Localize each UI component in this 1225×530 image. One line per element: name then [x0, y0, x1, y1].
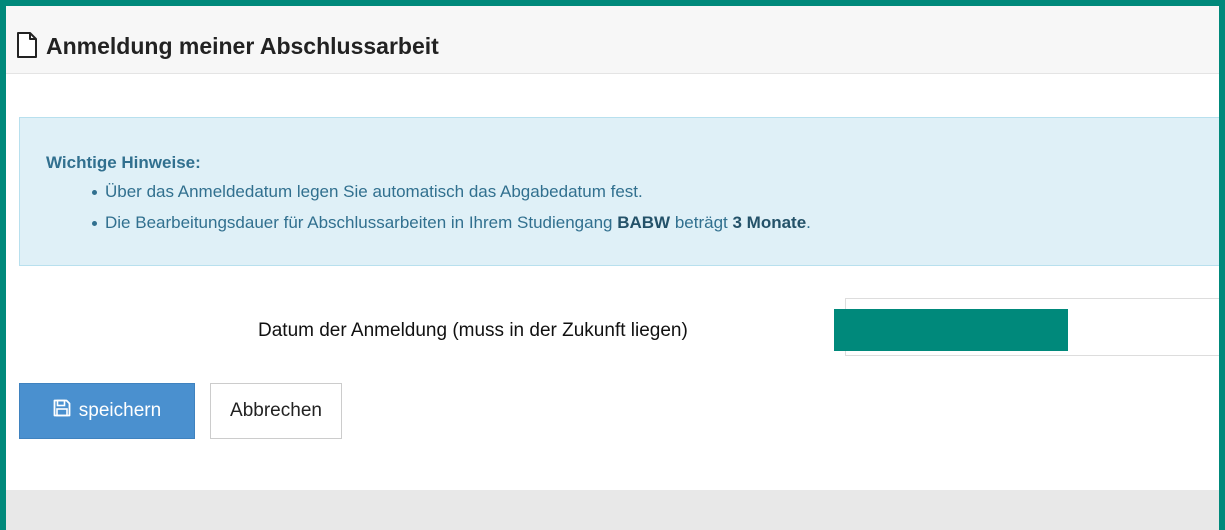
alert-list: Über das Anmeldedatum legen Sie automati… — [92, 181, 811, 243]
floppy-disk-icon — [53, 399, 71, 423]
info-alert: Wichtige Hinweise: Über das Anmeldedatum… — [19, 117, 1219, 266]
date-input[interactable] — [834, 298, 1219, 356]
alert-heading: Wichtige Hinweise: — [46, 153, 201, 172]
redacted-value — [834, 309, 1068, 351]
cancel-button[interactable]: Abbrechen — [210, 383, 342, 439]
save-button-label: speichern — [78, 400, 162, 421]
alert-item-text: Über das Anmeldedatum legen Sie automati… — [105, 182, 643, 201]
date-label: Datum der Anmeldung (muss in der Zukunft… — [258, 320, 688, 341]
panel-footer — [6, 490, 1219, 530]
file-icon — [16, 32, 38, 58]
page-title: Anmeldung meiner Abschlussarbeit — [46, 33, 439, 59]
dialog-frame: Anmeldung meiner Abschlussarbeit Wichtig… — [0, 0, 1225, 530]
program-name: BABW — [617, 213, 671, 232]
list-item: Die Bearbeitungsdauer für Abschlussarbei… — [92, 212, 811, 234]
duration-value: 3 Monate — [732, 213, 807, 232]
alert-item-text: . — [806, 213, 811, 232]
panel-header: Anmeldung meiner Abschlussarbeit — [6, 6, 1219, 74]
alert-item-text: Die Bearbeitungsdauer für Abschlussarbei… — [105, 213, 618, 232]
alert-item-text: beträgt — [670, 213, 733, 232]
list-item: Über das Anmeldedatum legen Sie automati… — [92, 181, 811, 203]
save-button[interactable]: speichern — [19, 383, 195, 439]
cancel-button-label: Abbrechen — [230, 400, 322, 421]
